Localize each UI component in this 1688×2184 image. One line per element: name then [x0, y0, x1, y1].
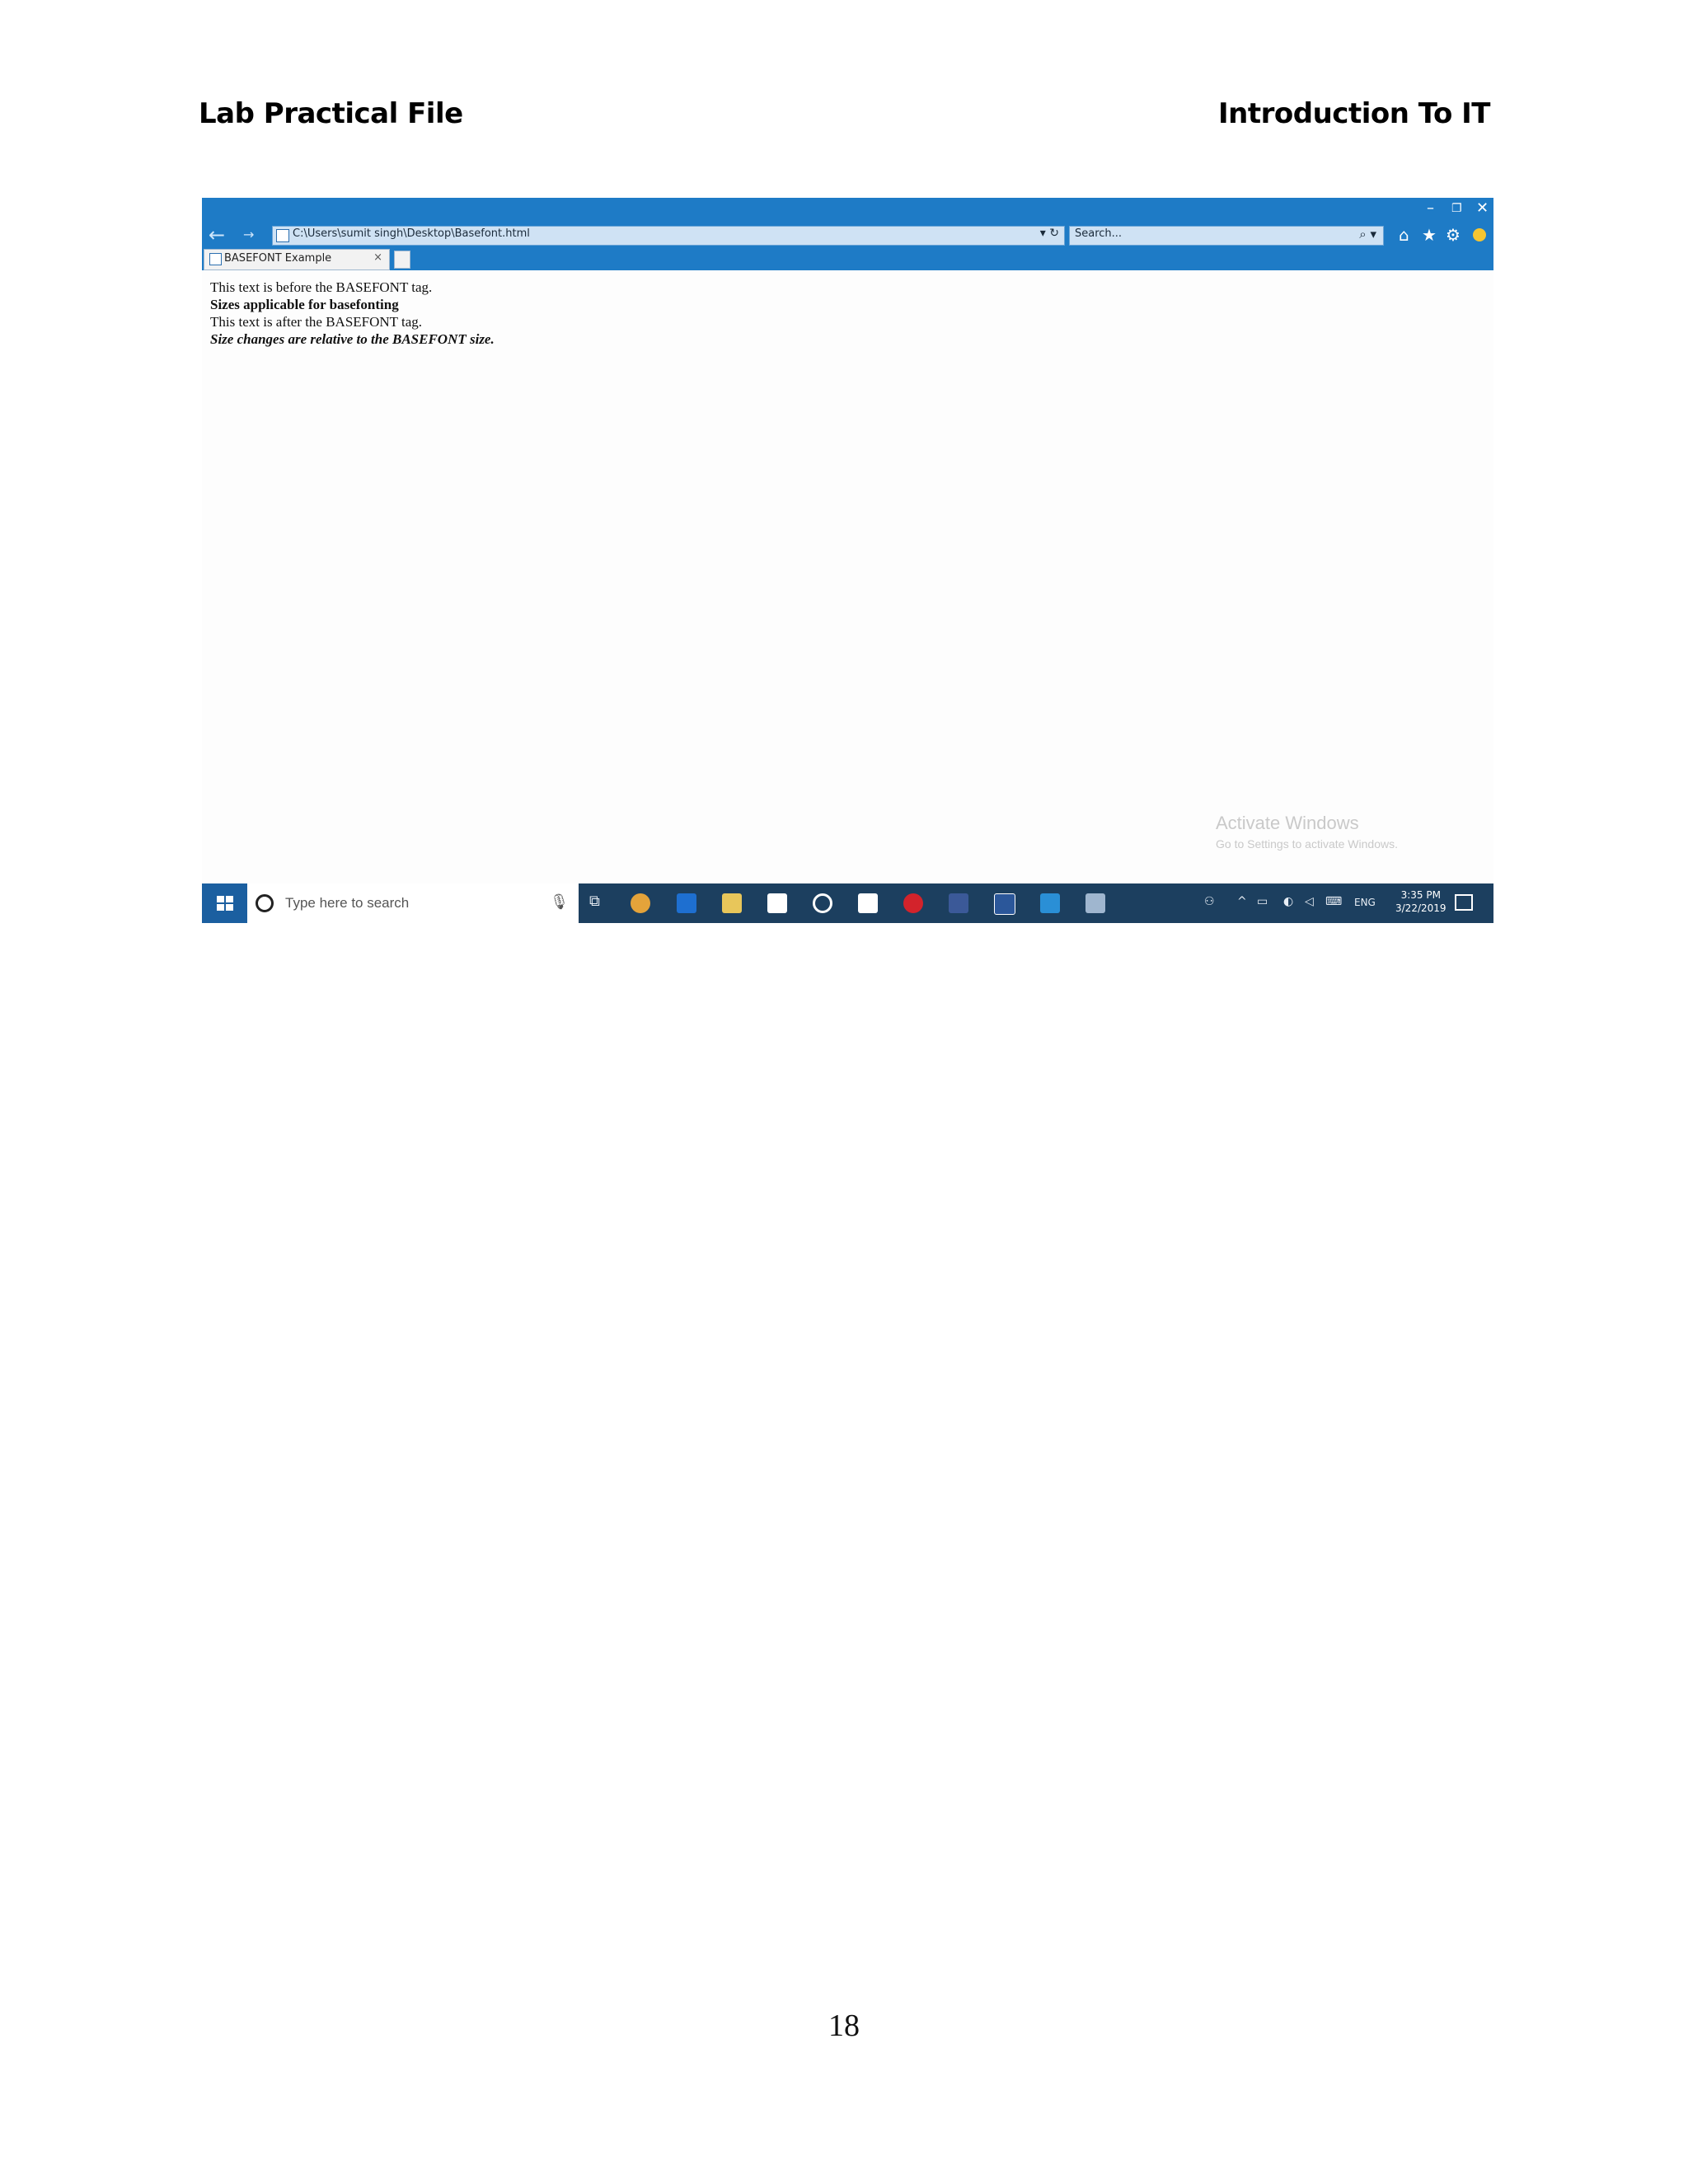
header-right: Introduction To IT: [1218, 97, 1490, 130]
facebook-icon[interactable]: [949, 893, 968, 913]
chrome-icon[interactable]: [631, 893, 650, 913]
notepad-icon[interactable]: [1085, 893, 1105, 913]
tab-close-icon[interactable]: ×: [373, 251, 382, 264]
smiley-icon[interactable]: [1473, 228, 1486, 241]
clock[interactable]: 3:35 PM 3/22/2019: [1395, 888, 1447, 915]
file-explorer-icon[interactable]: [722, 893, 742, 913]
home-icon[interactable]: ⌂: [1399, 225, 1409, 245]
taskbar-search-placeholder: Type here to search: [285, 895, 410, 911]
microphone-icon[interactable]: 🎙: [550, 893, 569, 911]
volume-icon[interactable]: ◁: [1305, 895, 1314, 908]
address-url: C:\Users\sumit singh\Desktop\Basefont.ht…: [293, 227, 530, 240]
content-line-1: This text is before the BASEFONT tag.: [210, 279, 433, 295]
tab-basefont-example[interactable]: BASEFONT Example ×: [204, 249, 390, 270]
new-tab-button[interactable]: [394, 251, 410, 269]
keyboard-icon[interactable]: ⌨: [1325, 895, 1342, 908]
internet-explorer-icon[interactable]: [1040, 893, 1060, 913]
task-view-icon[interactable]: ⧉: [589, 893, 600, 910]
search-icon[interactable]: ⌕ ▾: [1359, 227, 1376, 241]
notification-icon[interactable]: [1455, 894, 1473, 911]
search-placeholder: Search...: [1075, 227, 1123, 240]
people-icon[interactable]: ⚇: [1204, 895, 1215, 908]
clock-time: 3:35 PM: [1400, 889, 1441, 901]
taskbar-search[interactable]: Type here to search 🎙: [247, 883, 579, 923]
chevron-up-icon[interactable]: ^: [1237, 895, 1247, 908]
close-button[interactable]: ✕: [1476, 199, 1489, 217]
refresh-icon[interactable]: ▾ ↻: [1040, 227, 1059, 240]
content-line-3: This text is after the BASEFONT tag.: [210, 314, 423, 330]
watermark-title: Activate Windows: [1216, 813, 1359, 833]
header-left: Lab Practical File: [199, 97, 463, 130]
settings-icon[interactable]: ⚙: [1446, 225, 1461, 245]
store-icon[interactable]: [767, 893, 787, 913]
page-icon: [276, 229, 289, 242]
taskbar: Type here to search 🎙 ⧉ ⚇ ^ ▭ ◐ ◁ ⌨ ENG …: [202, 883, 1493, 923]
battery-icon[interactable]: ▭: [1257, 895, 1268, 908]
address-bar[interactable]: C:\Users\sumit singh\Desktop\Basefont.ht…: [272, 226, 1065, 246]
tab-row: BASEFONT Example ×: [202, 247, 1493, 270]
document-header: Lab Practical File Introduction To IT: [199, 97, 1490, 138]
page-content: This text is before the BASEFONT tag. Si…: [210, 279, 495, 348]
edge-icon[interactable]: [677, 893, 696, 913]
groove-icon[interactable]: [813, 893, 832, 913]
watermark-subtitle: Go to Settings to activate Windows.: [1216, 837, 1398, 851]
browser-screenshot: – ❐ ✕ ← → C:\Users\sumit singh\Desktop\B…: [202, 198, 1493, 923]
windows-logo-icon: [217, 896, 233, 911]
title-bar: – ❐ ✕: [202, 198, 1493, 223]
search-box[interactable]: Search... ⌕ ▾: [1069, 226, 1384, 246]
restore-button[interactable]: ❐: [1451, 202, 1462, 215]
tab-page-icon: [209, 253, 222, 265]
favorites-icon[interactable]: ★: [1422, 225, 1437, 245]
navigation-bar: ← → C:\Users\sumit singh\Desktop\Basefon…: [202, 223, 1493, 247]
content-line-2: Sizes applicable for basefonting: [210, 297, 399, 312]
language-indicator[interactable]: ENG: [1354, 897, 1376, 908]
mail-icon[interactable]: [858, 893, 878, 913]
page-number: 18: [828, 2008, 860, 2043]
opera-icon[interactable]: [903, 893, 923, 913]
network-icon[interactable]: ◐: [1283, 895, 1293, 908]
forward-arrow-icon[interactable]: →: [243, 227, 254, 242]
start-button[interactable]: [202, 883, 247, 923]
clock-date: 3/22/2019: [1395, 902, 1447, 914]
minimize-button[interactable]: –: [1427, 199, 1434, 217]
tab-label: BASEFONT Example: [224, 252, 332, 265]
content-line-4: Size changes are relative to the BASEFON…: [210, 331, 495, 347]
back-arrow-icon[interactable]: ←: [209, 223, 225, 246]
activate-windows-watermark: Activate Windows Go to Settings to activ…: [1216, 813, 1398, 851]
cortana-icon: [256, 894, 274, 912]
word-icon[interactable]: [994, 893, 1015, 915]
